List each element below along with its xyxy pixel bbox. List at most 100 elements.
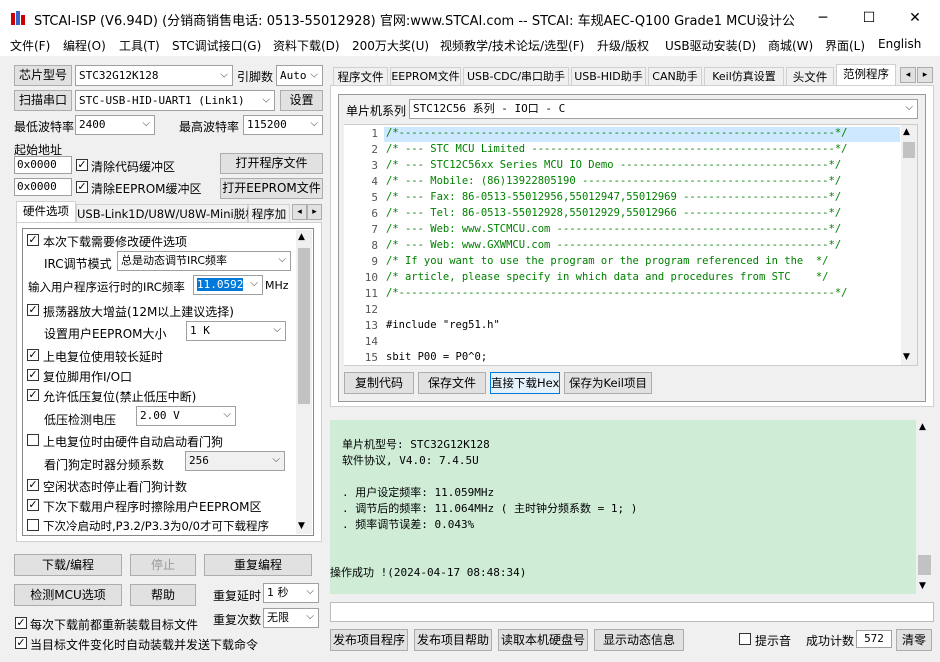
menu-file[interactable]: 文件(F): [10, 37, 50, 54]
help-button[interactable]: 帮助: [130, 584, 196, 606]
close-button[interactable]: ✕: [892, 0, 938, 36]
code-address-input[interactable]: 0x0000: [14, 156, 72, 174]
lvr-checkbox[interactable]: ✓: [27, 389, 39, 401]
publish-program-button[interactable]: 发布项目程序: [330, 629, 408, 651]
open-program-file-button[interactable]: 打开程序文件: [220, 153, 323, 174]
save-keil-project-button[interactable]: 保存为Keil项目: [564, 372, 652, 394]
scroll-up-icon[interactable]: ▲: [903, 127, 910, 137]
reload-before-checkbox[interactable]: ✓: [15, 617, 27, 629]
save-file-button[interactable]: 保存文件: [418, 372, 486, 394]
max-baud-select[interactable]: 115200 ⌵: [243, 115, 323, 135]
status-scrollbar-thumb[interactable]: [918, 555, 931, 575]
repeat-count-select[interactable]: 无限 ⌵: [263, 608, 319, 628]
eeprom-size-select[interactable]: 1 K ⌵: [186, 321, 286, 341]
max-baud-value: 115200: [247, 118, 287, 131]
code-line: /* --- STC MCU Limited -----------------…: [386, 143, 848, 155]
modify-hw-checkbox[interactable]: ✓: [27, 234, 39, 246]
scroll-down-icon[interactable]: ▼: [903, 352, 910, 362]
scroll-up-icon[interactable]: ▲: [298, 232, 305, 242]
repeat-delay-select[interactable]: 1 秒 ⌵: [263, 583, 319, 603]
menu-shop[interactable]: 商城(W): [768, 37, 813, 54]
clear-eeprom-checkbox[interactable]: ✓: [76, 181, 88, 193]
minimize-button[interactable]: ─: [800, 0, 846, 36]
copy-code-button[interactable]: 复制代码: [344, 372, 414, 394]
publish-help-button[interactable]: 发布项目帮助: [414, 629, 492, 651]
code-line: /* --- Tel: 86-0513-55012928,55012929,55…: [386, 207, 842, 219]
status-line: 软件协议, V4.0: 7.4.5U: [342, 454, 479, 467]
code-line: /* --- STC12C56xx Series MCU IO Demo ---…: [386, 159, 842, 171]
menu-program[interactable]: 编程(O): [63, 37, 106, 54]
wdt-div-select[interactable]: 256 ⌵: [185, 451, 285, 471]
menu-english[interactable]: English: [878, 37, 921, 51]
clear-count-button[interactable]: 清零: [896, 629, 932, 651]
menu-download[interactable]: 资料下载(D): [273, 37, 340, 54]
menu-upgrade[interactable]: 升级/版权: [597, 37, 649, 54]
line-number: 9: [371, 255, 378, 268]
pins-select[interactable]: Auto ⌵: [276, 65, 323, 86]
reset-io-checkbox[interactable]: ✓: [27, 369, 39, 381]
menu-prize[interactable]: 200万大奖(U): [352, 37, 429, 54]
min-baud-select[interactable]: 2400 ⌵: [75, 115, 155, 135]
repeat-program-button[interactable]: 重复编程: [204, 554, 312, 576]
open-eeprom-file-button[interactable]: 打开EEPROM文件: [220, 178, 323, 199]
tab-usb-hid[interactable]: USB-HID助手: [571, 67, 646, 86]
cold-boot-checkbox[interactable]: [27, 519, 39, 531]
menu-interface[interactable]: 界面(L): [825, 37, 865, 54]
download-program-button[interactable]: 下载/编程: [14, 554, 122, 576]
port-select[interactable]: STC-USB-HID-UART1 (Link1) ⌵: [75, 90, 275, 111]
osc-gain-checkbox[interactable]: ✓: [27, 304, 39, 316]
menu-video[interactable]: 视频教学/技术论坛/选型(F): [440, 37, 584, 54]
tab-usb-cdc[interactable]: USB-CDC/串口助手: [463, 67, 569, 86]
chip-model-select[interactable]: STC32G12K128 ⌵: [75, 65, 233, 86]
code-line: #include "reg51.h": [386, 319, 500, 331]
menu-tools[interactable]: 工具(T): [119, 37, 160, 54]
clear-code-checkbox[interactable]: ✓: [76, 159, 88, 171]
tab-can[interactable]: CAN助手: [648, 67, 702, 86]
menu-usb-driver[interactable]: USB驱动安装(D): [665, 37, 756, 54]
tab-eeprom-file[interactable]: EEPROM文件: [390, 67, 461, 86]
wdt-auto-checkbox[interactable]: [27, 434, 39, 446]
maximize-button[interactable]: ☐: [846, 0, 892, 36]
right-tab-scroll-left-button[interactable]: ◂: [900, 67, 916, 83]
chip-model-button[interactable]: 芯片型号: [14, 65, 72, 86]
read-disk-id-button[interactable]: 读取本机硬盘号: [498, 629, 588, 651]
tab-keil-settings[interactable]: Keil仿真设置: [704, 67, 784, 86]
tab-header-files[interactable]: 头文件: [786, 67, 834, 86]
tab-hardware-options[interactable]: 硬件选项: [16, 201, 76, 222]
scroll-down-icon[interactable]: ▼: [919, 581, 926, 591]
auto-send-checkbox[interactable]: ✓: [15, 637, 27, 649]
tab-example-programs[interactable]: 范例程序: [836, 64, 896, 85]
scroll-up-icon[interactable]: ▲: [919, 422, 926, 432]
chevron-down-icon: ⌵: [272, 454, 280, 466]
irc-freq-select[interactable]: 11.0592 ⌵: [193, 275, 263, 295]
detect-mcu-button[interactable]: 检测MCU选项: [14, 584, 122, 606]
code-scrollbar-thumb[interactable]: [903, 142, 915, 158]
beep-checkbox[interactable]: [739, 633, 751, 645]
code-scrollbar[interactable]: [901, 125, 917, 365]
tab-scroll-right-button[interactable]: ▸: [307, 204, 322, 220]
scroll-down-icon[interactable]: ▼: [298, 521, 305, 531]
options-scrollbar-thumb[interactable]: [298, 248, 310, 404]
erase-eeprom-checkbox[interactable]: ✓: [27, 499, 39, 511]
modify-hw-label: 本次下载需要修改硬件选项: [43, 235, 188, 249]
right-tab-scroll-right-button[interactable]: ▸: [917, 67, 933, 83]
mcu-series-select[interactable]: STC12C56 系列 - IO口 - C ⌵: [409, 99, 918, 119]
code-editor[interactable]: 1 /*-------------------------------------…: [344, 125, 900, 365]
settings-button[interactable]: 设置: [280, 90, 323, 111]
eeprom-address-input[interactable]: 0x0000: [14, 178, 72, 196]
stop-button[interactable]: 停止: [130, 554, 196, 576]
tab-scroll-left-button[interactable]: ◂: [292, 204, 307, 220]
chevron-down-icon: ⌵: [223, 409, 231, 421]
lvd-select[interactable]: 2.00 V ⌵: [136, 406, 236, 426]
idle-wdt-checkbox[interactable]: ✓: [27, 479, 39, 491]
menu-debug[interactable]: STC调试接口(G): [172, 37, 261, 54]
tab-program-encrypt[interactable]: 程序加: [248, 204, 290, 223]
show-dynamic-info-button[interactable]: 显示动态信息: [594, 629, 684, 651]
irc-mode-select[interactable]: 总是动态调节IRC频率 ⌵: [117, 251, 291, 271]
tab-program-file[interactable]: 程序文件: [333, 67, 388, 86]
direct-download-hex-button[interactable]: 直接下载Hex: [490, 372, 560, 394]
scan-port-button[interactable]: 扫描串口: [14, 90, 72, 111]
tab-usb-link1d[interactable]: USB-Link1D/U8W/U8W-Mini脱机: [76, 204, 257, 223]
power-delay-checkbox[interactable]: ✓: [27, 349, 39, 361]
lvd-label: 低压检测电压: [44, 413, 117, 427]
